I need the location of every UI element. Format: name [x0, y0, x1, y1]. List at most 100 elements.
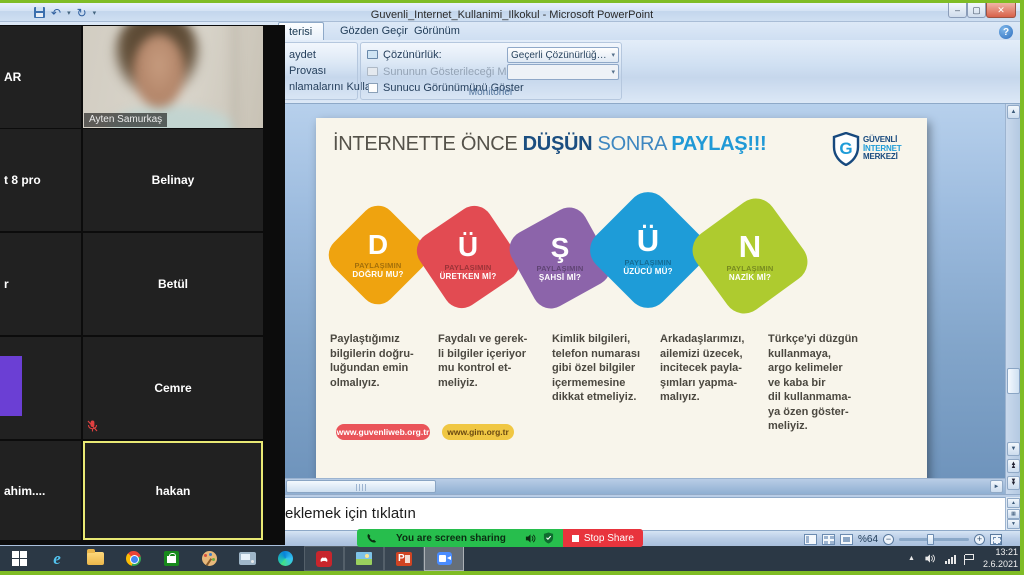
- slide-title: İNTERNETTE ÖNCE DÜŞÜN SONRA PAYLAŞ!!!: [333, 133, 766, 156]
- zoom-in-icon[interactable]: +: [974, 534, 985, 545]
- slide-sorter-view-icon[interactable]: [822, 534, 835, 545]
- microsoft-store-icon: [164, 551, 179, 566]
- save-icon[interactable]: [34, 7, 45, 18]
- start-button[interactable]: [0, 546, 38, 571]
- horizontal-scroll-thumb[interactable]: [286, 480, 436, 493]
- participant-tile-cemre[interactable]: Cemre: [83, 337, 263, 439]
- fit-to-window-icon[interactable]: [990, 534, 1002, 545]
- taskbar-file-explorer[interactable]: [76, 546, 114, 571]
- taskbar-microsoft-store[interactable]: [152, 546, 190, 571]
- system-tray: ▲ 13:21 2.6.2021: [908, 546, 1024, 571]
- avatar: [0, 356, 22, 416]
- notes-scrollbar[interactable]: ▲ ▦ ▼: [1005, 497, 1020, 530]
- volume-icon[interactable]: [924, 553, 936, 564]
- body-text-5: Türkçe'yi düzgün kullanmaya, argo kelime…: [768, 332, 880, 434]
- notes-scroll-down-icon[interactable]: ▼: [1007, 519, 1020, 529]
- participant-tile-hakan-active[interactable]: hakan: [83, 441, 263, 540]
- taskbar-paint[interactable]: [190, 546, 228, 571]
- notes-scroll-thumb[interactable]: ▦: [1007, 509, 1020, 519]
- taskbar-edge[interactable]: [266, 546, 304, 571]
- share-border-right: [1020, 0, 1024, 575]
- muted-mic-icon: [87, 420, 98, 432]
- slideshow-view-icon[interactable]: [840, 534, 853, 545]
- participant-video-tile[interactable]: Ayten Samurkaş: [83, 26, 263, 128]
- zoom-slider[interactable]: [899, 538, 969, 541]
- redo-icon[interactable]: ↻: [77, 7, 87, 19]
- participant-tile-cut-4[interactable]: [0, 337, 81, 439]
- scroll-right-icon[interactable]: ►: [990, 480, 1003, 493]
- tab-view[interactable]: Görünüm: [404, 22, 470, 40]
- participant-tile-cut-3[interactable]: r: [0, 233, 81, 335]
- notes-placeholder[interactable]: eklemek için tıklatın: [285, 505, 1005, 522]
- zoom-slider-thumb[interactable]: [927, 534, 934, 545]
- link-guvenliweb[interactable]: www.guvenliweb.org.tr: [336, 424, 430, 440]
- edge-icon: [278, 551, 293, 566]
- hidden-icons-chevron-icon[interactable]: ▲: [908, 555, 915, 562]
- chevron-down-icon: ▾: [611, 68, 615, 76]
- undo-dropdown-icon[interactable]: ▾: [67, 9, 71, 17]
- share-border-top: [0, 0, 1024, 3]
- participant-tile-betul[interactable]: Betül: [83, 233, 263, 335]
- stop-share-button[interactable]: Stop Share: [563, 529, 643, 547]
- body-text-3: Kimlik bilgileri, telefon numarası gibi …: [552, 332, 658, 405]
- resolution-dropdown[interactable]: Geçerli Çözünürlüğü K... ▾: [507, 47, 619, 63]
- maximize-button[interactable]: ▢: [967, 3, 986, 18]
- tray-clock[interactable]: 13:21 2.6.2021: [983, 547, 1018, 570]
- window-controls: – ▢ ✕: [948, 3, 1016, 18]
- vertical-scrollbar[interactable]: ▲ ▼ ▲▲ ▼▼: [1005, 104, 1020, 494]
- participant-tile-belinay[interactable]: Belinay: [83, 129, 263, 231]
- taskbar-chrome[interactable]: [114, 546, 152, 571]
- ribbon-item-rehearse[interactable]: Provası: [289, 65, 326, 77]
- normal-view-icon[interactable]: [804, 534, 817, 545]
- ribbon-group-monitors: Çözünürlük: Geçerli Çözünürlüğü K... ▾ S…: [360, 42, 622, 100]
- vertical-scroll-thumb[interactable]: [1007, 368, 1020, 394]
- audio-icon[interactable]: [525, 533, 536, 544]
- undo-icon[interactable]: ↶: [51, 7, 61, 19]
- participant-tile-cut-2[interactable]: t 8 pro: [0, 129, 81, 231]
- taskbar-photos[interactable]: [344, 546, 384, 571]
- notes-scroll-up-icon[interactable]: ▲: [1007, 498, 1020, 508]
- taskbar-acrobat[interactable]: [304, 546, 344, 571]
- body-text-2: Faydalı ve gerek- li bilgiler içeriyor m…: [438, 332, 544, 390]
- titlebar[interactable]: Guvenli_Internet_Kullanimi_Ilkokul - Mic…: [0, 3, 1024, 22]
- chrome-icon: [126, 551, 141, 566]
- participant-tile-cut-1[interactable]: AR: [0, 26, 81, 128]
- taskbar-screen-share-app[interactable]: [228, 546, 266, 571]
- help-icon[interactable]: ?: [999, 25, 1013, 39]
- next-slide-icon[interactable]: ▼▼: [1007, 476, 1020, 490]
- sharing-status: You are screen sharing: [357, 529, 563, 547]
- acrobat-icon: [316, 551, 332, 567]
- show-on-monitor-icon: [367, 67, 378, 76]
- share-border-bottom: [0, 571, 1024, 575]
- stop-icon: [572, 535, 579, 542]
- participant-tile-cut-5[interactable]: ahim....: [0, 441, 81, 540]
- taskbar-zoom-active[interactable]: [424, 546, 464, 571]
- network-signal-icon[interactable]: [945, 554, 956, 564]
- horizontal-scrollbar[interactable]: ►: [282, 478, 1005, 494]
- notes-pane[interactable]: eklemek için tıklatın: [282, 497, 1005, 530]
- link-gim[interactable]: www.gim.org.tr: [442, 424, 514, 440]
- monitor-dropdown[interactable]: ▾: [507, 64, 619, 80]
- quick-access-toolbar: ↶ ▾ ↻ ▾: [34, 5, 96, 20]
- zoom-out-icon[interactable]: −: [883, 534, 894, 545]
- qat-customize-icon[interactable]: ▾: [93, 9, 97, 17]
- ribbon-item-save[interactable]: aydet: [289, 49, 316, 61]
- taskbar-internet-explorer[interactable]: e: [38, 546, 76, 571]
- close-button[interactable]: ✕: [986, 3, 1016, 18]
- tray-time: 13:21: [983, 547, 1018, 558]
- logo-text: GÜVENLİ İNTERNET MERKEZİ: [863, 136, 901, 163]
- monitors-group-caption: Monitörler: [361, 87, 621, 98]
- folder-icon: [87, 552, 104, 565]
- slide[interactable]: İNTERNETTE ÖNCE DÜŞÜN SONRA PAYLAŞ!!! G …: [316, 118, 927, 488]
- scroll-up-icon[interactable]: ▲: [1007, 105, 1020, 119]
- previous-slide-icon[interactable]: ▲▲: [1007, 459, 1020, 473]
- zoom-level: %64: [858, 534, 878, 545]
- body-text-4: Arkadaşlarımızı, ailemizi üzecek, incite…: [660, 332, 762, 405]
- scroll-down-icon[interactable]: ▼: [1007, 442, 1020, 456]
- ribbon-group-setup: aydet Provası nlamalarını Kullan: [282, 42, 358, 100]
- action-center-flag-icon[interactable]: [965, 554, 974, 560]
- projector-icon: [239, 552, 256, 565]
- taskbar-powerpoint[interactable]: P: [384, 546, 424, 571]
- security-shield-icon[interactable]: [543, 532, 554, 544]
- minimize-button[interactable]: –: [948, 3, 967, 18]
